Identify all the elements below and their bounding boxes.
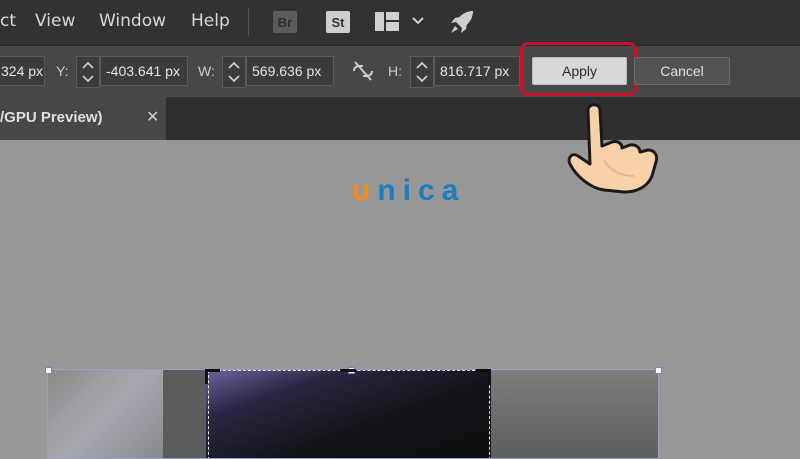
bridge-icon[interactable]: Br bbox=[273, 11, 297, 33]
rocket-icon[interactable] bbox=[449, 9, 475, 35]
w-label: W: bbox=[198, 63, 215, 79]
logo-letter-u: u bbox=[352, 174, 378, 207]
handle-top-right[interactable] bbox=[655, 367, 662, 374]
stock-icon[interactable]: St bbox=[326, 11, 350, 33]
handle-top-left[interactable] bbox=[45, 367, 52, 374]
pointing-hand-icon bbox=[567, 103, 659, 194]
crop-corner-right[interactable] bbox=[476, 369, 491, 384]
y-label: Y: bbox=[56, 63, 69, 79]
unlink-icon[interactable] bbox=[350, 60, 376, 82]
w-stepper[interactable] bbox=[222, 56, 246, 88]
logo-letters-nica: nica bbox=[377, 174, 466, 207]
options-bar: 324 px Y: -403.641 px W: 569.636 px H: 8… bbox=[0, 42, 800, 98]
artboard-canvas[interactable]: unica bbox=[0, 140, 800, 459]
menu-bar: ct View Window Help Br St bbox=[0, 0, 800, 45]
crop-marquee[interactable] bbox=[208, 370, 490, 458]
chevron-updown-icon bbox=[228, 61, 240, 83]
menu-item-effect[interactable]: ct bbox=[0, 11, 16, 31]
cancel-button[interactable]: Cancel bbox=[634, 57, 730, 85]
chevron-updown-icon bbox=[416, 61, 428, 83]
menu-item-window[interactable]: Window bbox=[99, 11, 166, 31]
image-left-shadow bbox=[163, 370, 208, 458]
image-right-region bbox=[491, 370, 658, 458]
apply-highlight bbox=[520, 42, 637, 96]
h-field[interactable]: 816.717 px bbox=[434, 56, 520, 86]
unica-logo: unica bbox=[352, 174, 465, 208]
h-label: H: bbox=[388, 63, 402, 79]
x-field[interactable]: 324 px bbox=[0, 56, 45, 86]
arrange-documents-icon[interactable] bbox=[375, 12, 429, 32]
menu-item-help[interactable]: Help bbox=[191, 11, 230, 31]
crop-corner-left[interactable] bbox=[205, 369, 220, 384]
y-field[interactable]: -403.641 px bbox=[100, 56, 188, 86]
crop-edge-top[interactable] bbox=[340, 369, 356, 372]
document-tab-bar: /GPU Preview) ✕ bbox=[0, 97, 800, 140]
menu-item-view[interactable]: View bbox=[35, 11, 75, 31]
w-field[interactable]: 569.636 px bbox=[246, 56, 334, 86]
document-tab[interactable]: /GPU Preview) ✕ bbox=[0, 97, 166, 140]
y-stepper[interactable] bbox=[76, 56, 100, 88]
h-stepper[interactable] bbox=[410, 56, 434, 88]
menu-divider bbox=[248, 8, 249, 36]
chevron-updown-icon bbox=[82, 61, 94, 83]
close-icon[interactable]: ✕ bbox=[146, 107, 159, 127]
placed-image[interactable] bbox=[47, 369, 659, 459]
tab-title: /GPU Preview) bbox=[0, 109, 103, 126]
